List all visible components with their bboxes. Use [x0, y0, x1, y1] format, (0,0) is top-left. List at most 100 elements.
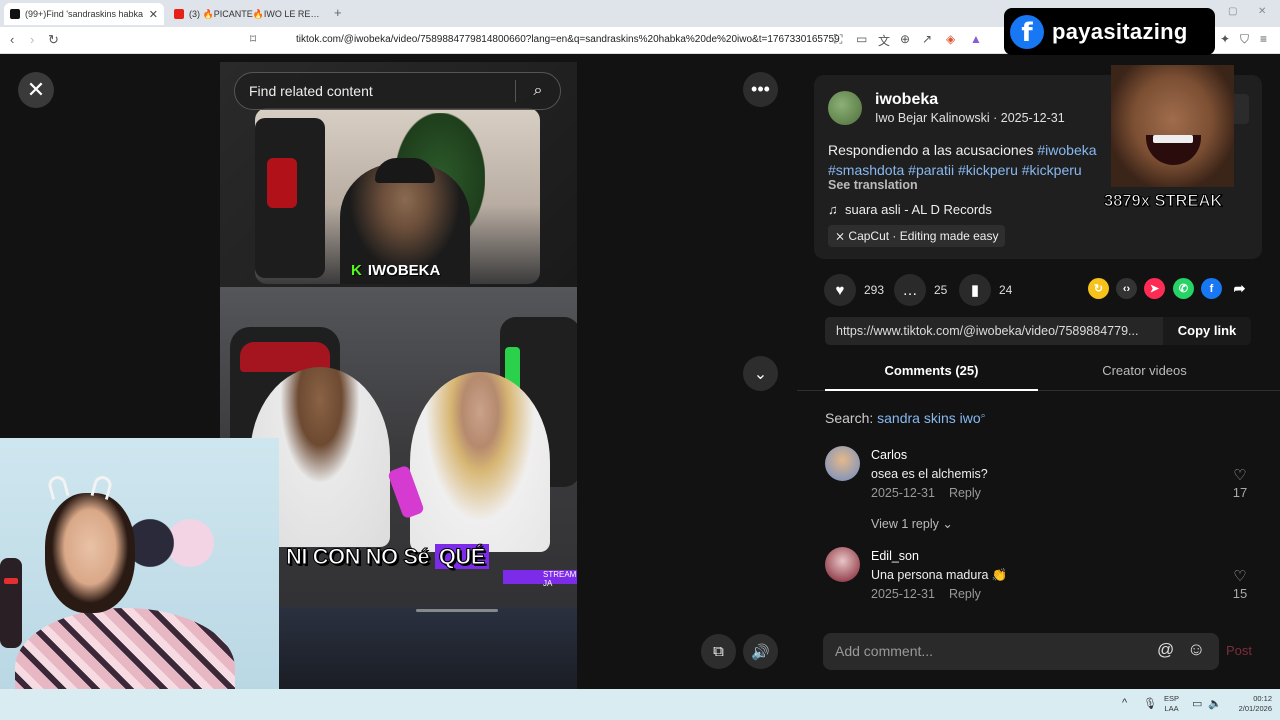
repost-icon[interactable]: ↻ [1088, 278, 1109, 299]
avatar[interactable] [825, 446, 860, 481]
bookmark-icon[interactable]: ▮ [959, 274, 991, 306]
heart-outline-icon[interactable]: ♡ [1225, 466, 1255, 484]
back-icon[interactable]: ‹ [10, 32, 14, 47]
facebook-logo-icon: f [1010, 14, 1044, 49]
comment-icon[interactable]: … [894, 274, 926, 306]
related-search-bar[interactable]: Find related content ⌕ [234, 72, 561, 110]
reply-button[interactable]: Reply [949, 587, 981, 601]
comment-date: 2025-12-31 [871, 486, 935, 500]
translate-icon[interactable]: 文 [878, 32, 890, 49]
comment-text: osea es el alchemis? [871, 467, 988, 481]
browser-tab-tiktok[interactable]: (99+)Find 'sandraskins habka ✕ [4, 3, 164, 25]
comment-stat[interactable]: … 25 [894, 274, 947, 306]
brave-rewards-icon[interactable]: ▲ [970, 32, 982, 46]
comment-like[interactable]: ♡ 17 [1225, 466, 1255, 500]
view-replies-label: View 1 reply [871, 517, 939, 531]
tab-creator-videos[interactable]: Creator videos [1038, 359, 1251, 391]
network-icon[interactable]: ▭ [1192, 697, 1202, 710]
heart-outline-icon[interactable]: ♡ [1225, 567, 1255, 585]
language-indicator[interactable]: ESP LAA [1164, 694, 1179, 714]
url-field[interactable]: tiktok.com/@iwobeka/video/75898847798148… [296, 34, 840, 45]
forward-icon[interactable]: › [30, 32, 34, 47]
comment-author[interactable]: Carlos [871, 448, 907, 462]
chevron-down-icon: ⌄ [942, 517, 953, 531]
post-comment-button[interactable]: Post [1226, 643, 1252, 658]
mention-icon[interactable]: @ [1157, 640, 1174, 660]
next-video-button[interactable]: ⌄ [743, 356, 778, 391]
chevron-up-icon[interactable]: ^ [1122, 697, 1127, 709]
comment-input[interactable]: Add comment... @ ☺ [823, 633, 1219, 670]
floating-player-button[interactable]: ⧉ [701, 634, 736, 669]
search-icon[interactable]: ⌕ [516, 82, 560, 100]
new-tab-button[interactable]: + [334, 5, 342, 20]
webcam-face [45, 493, 135, 613]
browser-tab-youtube[interactable]: (3) 🔥PICANTE🔥IWO LE RESPONDE [168, 3, 326, 25]
like-stat[interactable]: ♥ 293 [824, 274, 884, 306]
webcam-microphone [0, 558, 22, 648]
reader-icon[interactable]: ⛶ [834, 32, 842, 47]
music-note-icon: ♫ [828, 202, 838, 217]
avatar[interactable] [828, 91, 862, 125]
comment-like-count: 17 [1232, 485, 1248, 500]
comment-like-count: 15 [1232, 586, 1248, 601]
facebook-icon[interactable]: f [1201, 278, 1222, 299]
search-prefix: Search: [825, 410, 878, 426]
copy-link-row: https://www.tiktok.com/@iwobeka/video/75… [825, 317, 1251, 345]
zoom-icon[interactable]: ⊕ [900, 32, 910, 46]
lang-code: ESP [1164, 694, 1180, 703]
close-window-icon[interactable]: ✕ [1258, 6, 1266, 17]
send-icon[interactable]: ➤ [1144, 278, 1165, 299]
maximize-icon[interactable]: ▢ [1228, 6, 1237, 17]
reload-icon[interactable]: ↻ [48, 32, 59, 48]
whatsapp-icon[interactable]: ✆ [1173, 278, 1194, 299]
search-query-link[interactable]: sandra skins iwo [877, 410, 981, 426]
video-progress[interactable] [416, 609, 498, 612]
close-tab-icon[interactable]: ✕ [149, 8, 158, 21]
copy-link-button[interactable]: Copy link [1163, 317, 1251, 345]
avatar[interactable] [825, 547, 860, 582]
search-placeholder: Find related content [249, 83, 373, 99]
reply-button[interactable]: Reply [949, 486, 981, 500]
share-url: https://www.tiktok.com/@iwobeka/video/75… [836, 324, 1139, 338]
heart-icon[interactable]: ♥ [824, 274, 856, 306]
view-replies-button[interactable]: View 1 reply ⌄ [871, 516, 953, 531]
comment-text: Una persona madura 👏 [871, 568, 1008, 582]
share-icon[interactable]: ➦ [1229, 278, 1250, 299]
taskbar: ^ 🎙 ESP LAA ▭ 🔈 00:12 2/01/2026 [0, 689, 1280, 720]
extensions-icon[interactable]: ✦ [1220, 32, 1230, 46]
capcut-label: CapCut · Editing made easy [848, 229, 999, 243]
share-page-icon[interactable]: ↗ [922, 32, 932, 46]
embed-icon[interactable]: ‹› [1116, 278, 1137, 299]
clock[interactable]: 00:12 2/01/2026 [1230, 694, 1272, 714]
chair-accent [267, 158, 297, 208]
emoji-icon[interactable]: ☺ [1187, 639, 1205, 660]
streak-image [1111, 65, 1234, 187]
screen-icon[interactable]: ▭ [856, 32, 867, 46]
volume-icon[interactable]: 🔊 [743, 634, 778, 669]
bookmark-icon[interactable]: ⌑ [250, 32, 256, 46]
comment-placeholder: Add comment... [835, 643, 934, 659]
tab-comments[interactable]: Comments (25) [825, 359, 1038, 391]
capcut-badge[interactable]: ⨯ CapCut · Editing made easy [828, 225, 1006, 247]
speaker-icon[interactable]: 🔈 [1208, 697, 1222, 710]
facebook-name: payasitazing [1052, 18, 1188, 44]
desc-text: Respondiendo a las acusaciones [828, 142, 1038, 158]
more-options-button[interactable]: ••• [743, 72, 778, 107]
creator-username[interactable]: iwobeka [875, 91, 938, 109]
save-stat[interactable]: ▮ 24 [959, 274, 1012, 306]
streamer-cam-frame: K IWOBEKA [255, 108, 540, 284]
clock-date: 2/01/2026 [1238, 704, 1272, 713]
music-link[interactable]: ♫ suara asli - AL D Records [828, 202, 992, 217]
menu-icon[interactable]: ≡ [1260, 32, 1267, 46]
microphone-icon[interactable]: 🎙 [1143, 697, 1157, 710]
comment-author[interactable]: Edil_son [871, 549, 919, 563]
wallet-icon[interactable]: ⛉ [1240, 32, 1249, 47]
comment-meta: 2025-12-31 Reply [871, 587, 981, 601]
brave-shield-icon[interactable]: ◈ [946, 32, 955, 46]
hashtag-link[interactable]: #iwobeka [1037, 142, 1096, 158]
comment-like[interactable]: ♡ 15 [1225, 567, 1255, 601]
hashtag-links[interactable]: #smashdota #paratii #kickperu #kickperu [828, 162, 1082, 178]
close-video-button[interactable]: ✕ [18, 72, 54, 108]
tab-label: (99+)Find 'sandraskins habka [25, 9, 144, 19]
see-translation-link[interactable]: See translation [828, 178, 918, 192]
